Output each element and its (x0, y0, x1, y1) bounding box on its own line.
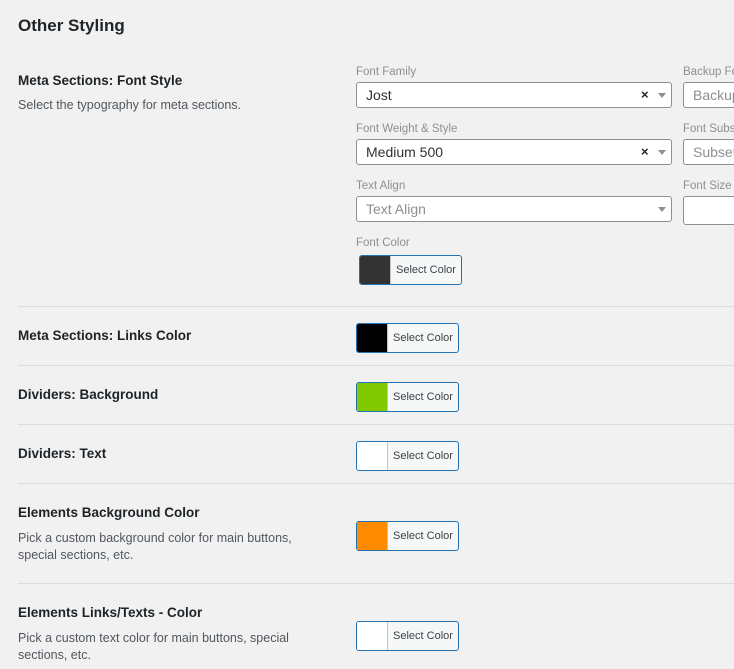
select-color-label: Select Color (393, 450, 453, 462)
text-align-label: Text Align (356, 180, 406, 192)
elements-background-title: Elements Background Color (18, 505, 200, 520)
divider (18, 583, 734, 584)
font-family-label: Font Family (356, 66, 417, 78)
chevron-down-icon (658, 150, 666, 155)
section-title: Other Styling (18, 16, 125, 35)
font-color-label: Font Color (356, 237, 410, 249)
font-weight-clear-icon[interactable]: × (641, 140, 649, 164)
elements-background-button[interactable]: Select Color (356, 521, 459, 551)
font-color-button[interactable]: Select Color (359, 255, 462, 285)
font-subset-select[interactable]: Subset (683, 139, 734, 165)
font-weight-select[interactable]: Medium 500 × (356, 139, 672, 165)
font-family-value: Jost (366, 87, 392, 103)
dividers-text-button[interactable]: Select Color (356, 441, 459, 471)
backup-font-label: Backup Fo (683, 66, 734, 78)
select-color-label: Select Color (393, 391, 453, 403)
font-subset-label: Font Subs (683, 123, 734, 135)
select-color-label: Select Color (393, 630, 453, 642)
backup-font-select[interactable]: Backup (683, 82, 734, 108)
elements-links-swatch (357, 622, 388, 650)
links-color-swatch (357, 324, 388, 352)
elements-background-swatch (357, 522, 388, 550)
font-size-label: Font Size (683, 180, 732, 192)
font-size-input[interactable] (683, 196, 734, 225)
font-family-select[interactable]: Jost × (356, 82, 672, 108)
divider (18, 424, 734, 425)
links-color-button[interactable]: Select Color (356, 323, 459, 353)
elements-background-desc: Pick a custom background color for main … (18, 531, 292, 562)
dividers-text-swatch (357, 442, 388, 470)
font-family-clear-icon[interactable]: × (641, 83, 649, 107)
select-color-label: Select Color (393, 530, 453, 542)
elements-links-button[interactable]: Select Color (356, 621, 459, 651)
dividers-background-swatch (357, 383, 388, 411)
dividers-background-title: Dividers: Background (18, 387, 159, 402)
elements-links-desc: Pick a custom text color for main button… (18, 631, 289, 662)
text-align-select[interactable]: Text Align (356, 196, 672, 222)
dividers-text-title: Dividers: Text (18, 446, 107, 461)
meta-font-style-desc: Select the typography for meta sections. (18, 98, 242, 112)
dividers-background-button[interactable]: Select Color (356, 382, 459, 412)
select-color-label: Select Color (393, 332, 453, 344)
links-color-title: Meta Sections: Links Color (18, 328, 192, 343)
chevron-down-icon (658, 207, 666, 212)
divider (18, 306, 734, 307)
font-weight-label: Font Weight & Style (356, 123, 458, 135)
select-color-label: Select Color (396, 264, 456, 276)
font-color-swatch (360, 256, 391, 284)
font-weight-value: Medium 500 (366, 144, 444, 160)
elements-links-title: Elements Links/Texts - Color (18, 605, 203, 620)
chevron-down-icon (658, 93, 666, 98)
divider (18, 483, 734, 484)
text-align-placeholder: Text Align (366, 201, 426, 217)
meta-font-style-title: Meta Sections: Font Style (18, 73, 183, 88)
divider (18, 365, 734, 366)
